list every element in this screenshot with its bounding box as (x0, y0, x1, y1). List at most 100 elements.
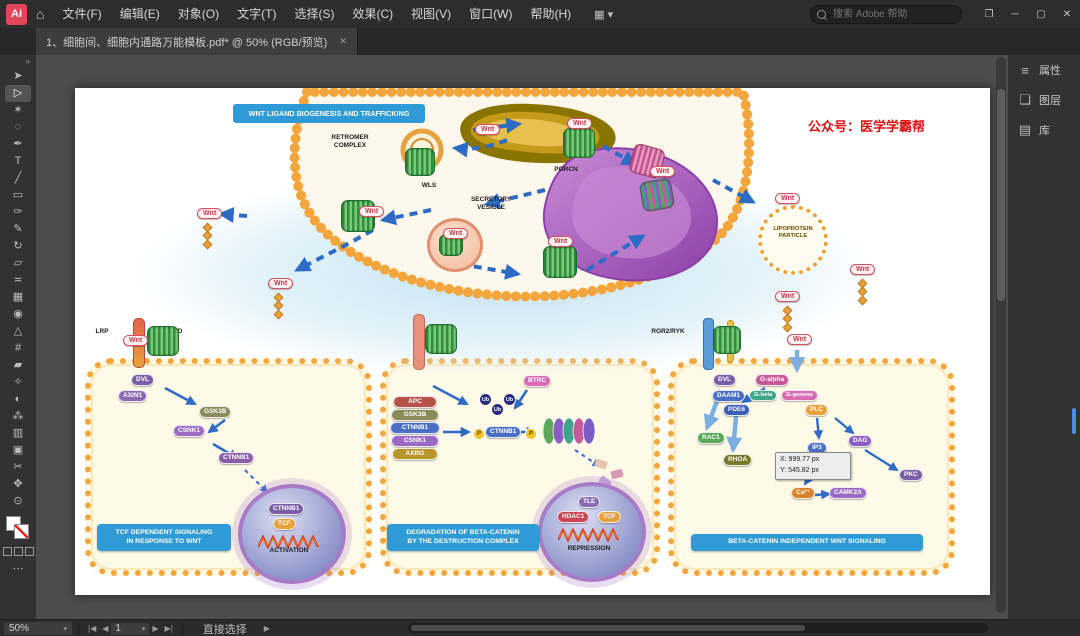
ubiquitin[interactable]: Ub (491, 403, 504, 416)
tool-magic-wand[interactable]: ✶ (5, 102, 31, 119)
protein-tle[interactable]: TLE (578, 496, 601, 508)
protein-rac1[interactable]: RAC1 (697, 432, 725, 444)
protein-tcf[interactable]: TCF (598, 511, 621, 523)
horizontal-scrollbar-thumb[interactable] (411, 625, 806, 631)
tool-mesh[interactable]: # (5, 340, 31, 357)
ion-calcium[interactable]: Ca²⁺ (791, 487, 815, 499)
draw-normal-icon[interactable] (2, 547, 12, 556)
stroke-swatch[interactable] (14, 524, 29, 539)
nucleus-repression[interactable]: TLE HDAC1 TCF (538, 482, 646, 582)
porcn-coil[interactable] (563, 128, 595, 158)
wnt-badge[interactable]: Wnt (548, 236, 574, 247)
wnt-badge[interactable]: Wnt (567, 118, 593, 129)
label-retromer-complex[interactable]: RETROMER COMPLEX (310, 134, 390, 150)
protein-gsk3b[interactable]: GSK3B (199, 406, 232, 418)
fzd-receptor-coil[interactable] (147, 326, 179, 356)
protein-daam1[interactable]: DAAM1 (712, 390, 746, 402)
nucleus-activation[interactable]: CTNNB1 TCF (238, 484, 346, 584)
panel3-caption[interactable]: BETA-CATENIN INDEPENDENT WNT SIGNALING (691, 534, 923, 551)
tool-width[interactable]: ≍ (5, 272, 31, 289)
fill-stroke-swatches[interactable] (6, 516, 30, 542)
horizontal-scrollbar[interactable] (408, 623, 988, 633)
wnt-badge[interactable]: Wnt (443, 228, 469, 239)
artboard[interactable]: WNT LIGAND BIOGENESIS AND TRAFFICKING 公众… (75, 88, 990, 595)
ror2-ryk-coil[interactable] (713, 326, 741, 354)
wnt-badge[interactable]: Wnt (650, 166, 676, 177)
tool-artboard[interactable]: ▣ (5, 442, 31, 459)
toolbar-collapse-icon[interactable]: » (25, 55, 36, 68)
protein-btrc[interactable]: BTRC (523, 375, 552, 387)
help-search[interactable] (810, 4, 962, 24)
scroll-right-arrow[interactable]: ▶ (261, 624, 273, 633)
menu-select[interactable]: 选择(S) (285, 0, 343, 28)
phosphate[interactable]: P (525, 428, 537, 440)
wnt-badge[interactable]: Wnt (123, 335, 149, 346)
protein-hdac1[interactable]: HDAC1 (557, 511, 590, 523)
tool-scale[interactable]: ▱ (5, 255, 31, 272)
protein-pkc[interactable]: PKC (899, 469, 923, 481)
tool-free-transform[interactable]: ▦ (5, 289, 31, 306)
zoom-dropdown[interactable]: 50% ▾ (4, 622, 72, 635)
draw-inside-icon[interactable] (24, 547, 34, 556)
menu-view[interactable]: 视图(V) (402, 0, 460, 28)
panel-tab-layers[interactable]: ❏ 图层 (1008, 85, 1080, 115)
panel2-receptor[interactable] (413, 314, 425, 370)
watermark-text[interactable]: 公众号：医学学霸帮 (808, 116, 925, 135)
diagram-title[interactable]: WNT LIGAND BIOGENESIS AND TRAFFICKING (233, 104, 425, 123)
edit-toolbar-button[interactable]: ⋯ (13, 562, 24, 575)
tool-lasso[interactable]: ◌ (5, 119, 31, 136)
search-input[interactable] (831, 7, 945, 21)
menu-type[interactable]: 文字(T) (228, 0, 285, 28)
protein-dvl[interactable]: DVL (713, 374, 736, 386)
tool-shape-builder[interactable]: ◉ (5, 306, 31, 323)
wnt-badge[interactable]: Wnt (775, 291, 801, 302)
ubiquitin[interactable]: Ub (479, 393, 492, 406)
protein-tcf[interactable]: TCF (273, 518, 296, 530)
tool-gradient[interactable]: ▰ (5, 357, 31, 374)
artboard-number-dropdown[interactable]: 1 ▾ (111, 622, 150, 635)
membrane-protein-coil[interactable] (543, 246, 577, 278)
protein-axin1[interactable]: AXIN1 (392, 448, 438, 460)
wnt-badge[interactable]: Wnt (787, 334, 813, 345)
menu-effect[interactable]: 效果(C) (343, 0, 402, 28)
protein-camk2a[interactable]: CAMK2A (829, 487, 867, 499)
menu-file[interactable]: 文件(F) (53, 0, 110, 28)
protein-dag[interactable]: DAG (848, 435, 873, 447)
menu-object[interactable]: 对象(O) (169, 0, 228, 28)
last-artboard-button[interactable]: ▶| (162, 624, 176, 633)
protein-csnk1[interactable]: CSNK1 (391, 435, 439, 447)
workspace-switcher[interactable]: ▦ ▾ (594, 8, 613, 21)
next-artboard-button[interactable]: ▶ (149, 624, 161, 633)
menu-edit[interactable]: 编辑(E) (111, 0, 169, 28)
maximize-button[interactable]: ▢ (1028, 0, 1054, 28)
vertical-scrollbar-thumb[interactable] (997, 89, 1005, 301)
draw-mode-buttons[interactable] (2, 547, 34, 556)
menu-window[interactable]: 窗口(W) (460, 0, 521, 28)
wnt-badge[interactable]: Wnt (475, 124, 501, 135)
label-secretory-vesicle[interactable]: SECRETORY VESICLE (451, 196, 531, 212)
first-artboard-button[interactable]: |◀ (85, 624, 99, 633)
arrange-windows-icon[interactable]: ❐ (976, 0, 1002, 28)
tab-close-icon[interactable]: ✕ (339, 36, 347, 47)
tool-rectangle[interactable]: ▭ (5, 187, 31, 204)
phosphate[interactable]: P (473, 428, 485, 440)
label-lrp[interactable]: LRP (87, 328, 117, 336)
home-icon[interactable]: ⌂ (27, 6, 53, 22)
label-porcn[interactable]: PORCN (541, 166, 591, 174)
panel1-caption[interactable]: TCF DEPENDENT SIGNALING IN RESPONSE TO WN… (97, 524, 231, 551)
canvas-area[interactable]: WNT LIGAND BIOGENESIS AND TRAFFICKING 公众… (36, 55, 1008, 619)
label-ror2-ryk[interactable]: ROR2/RYK (638, 328, 698, 336)
illustrator-logo[interactable]: Ai (6, 3, 27, 25)
protein-gsk3b[interactable]: GSK3B (391, 409, 439, 421)
vertical-scrollbar[interactable] (996, 57, 1006, 613)
tool-eyedropper[interactable]: ✧ (5, 374, 31, 391)
tool-pen[interactable]: ✒ (5, 136, 31, 153)
wnt-badge[interactable]: Wnt (197, 208, 223, 219)
close-button[interactable]: ✕ (1054, 0, 1080, 28)
endosome-coil[interactable] (638, 177, 676, 213)
tool-type[interactable]: T (5, 153, 31, 170)
tool-line-segment[interactable]: ╱ (5, 170, 31, 187)
panel-tab-properties[interactable]: ≡ 属性 (1008, 55, 1080, 85)
protein-ggamma[interactable]: G-gamma (781, 390, 818, 401)
protein-gbeta[interactable]: G-beta (749, 390, 778, 401)
